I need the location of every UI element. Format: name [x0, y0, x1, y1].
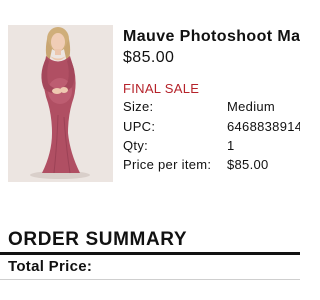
qty-row: Qty: 1	[123, 138, 300, 154]
price-per-item-value: $85.00	[227, 157, 269, 172]
order-summary-heading: ORDER SUMMARY	[8, 229, 188, 250]
product-price: $85.00	[123, 49, 175, 66]
product-image[interactable]	[8, 25, 113, 182]
total-price-label: Total Price:	[8, 258, 93, 275]
size-value: Medium	[227, 99, 276, 114]
size-label: Size:	[123, 99, 154, 114]
upc-value: 6468838914	[227, 119, 300, 134]
size-row: Size: Medium	[123, 99, 300, 115]
divider	[0, 279, 300, 280]
divider	[0, 252, 300, 255]
final-sale-badge: FINAL SALE	[123, 81, 200, 96]
price-per-item-label: Price per item:	[123, 157, 212, 172]
price-per-item-row: Price per item: $85.00	[123, 157, 300, 173]
upc-row: UPC: 6468838914	[123, 119, 300, 135]
qty-label: Qty:	[123, 138, 149, 153]
qty-value: 1	[227, 138, 235, 153]
product-name[interactable]: Mauve Photoshoot Mate	[123, 28, 300, 46]
maternity-dress-photo	[8, 25, 113, 182]
upc-label: UPC:	[123, 119, 156, 134]
